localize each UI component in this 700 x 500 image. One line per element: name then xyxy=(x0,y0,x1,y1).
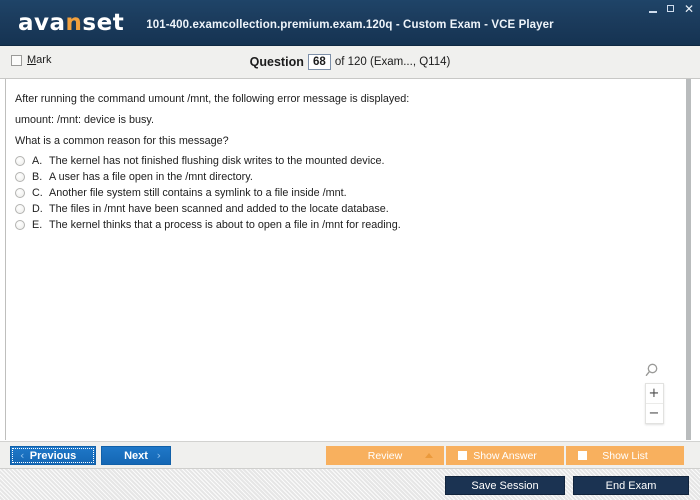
zoom-out-button[interactable]: − xyxy=(646,404,663,423)
option-letter: E. xyxy=(32,219,43,231)
question-counter-total: of 120 (Exam..., Q114) xyxy=(334,56,451,68)
radio-icon[interactable] xyxy=(15,204,25,214)
show-answer-button[interactable]: Show Answer xyxy=(446,446,564,465)
navigation-toolbar: ‹ Previous Next › Review Show Answer Sho… xyxy=(0,441,700,468)
answer-option-d[interactable]: D. The files in /mnt have been scanned a… xyxy=(15,201,655,217)
option-letter: A. xyxy=(32,155,43,167)
option-text: A user has a file open in the /mnt direc… xyxy=(49,171,253,183)
close-icon[interactable]: ✕ xyxy=(683,3,695,15)
vce-player-window: avanset 101-400.examcollection.premium.e… xyxy=(0,0,700,500)
radio-icon[interactable] xyxy=(15,220,25,230)
title-bar: avanset 101-400.examcollection.premium.e… xyxy=(0,0,700,46)
next-button-label: Next xyxy=(124,449,148,462)
option-text: The kernel has not finished flushing dis… xyxy=(49,155,385,167)
magnifier-icon[interactable] xyxy=(645,362,663,380)
option-letter: D. xyxy=(32,203,43,215)
chevron-up-icon xyxy=(425,453,433,458)
show-answer-checkbox-icon[interactable] xyxy=(458,451,467,460)
previous-button-label: Previous xyxy=(29,449,77,462)
review-button-label: Review xyxy=(367,449,403,462)
option-text: The files in /mnt have been scanned and … xyxy=(49,203,389,215)
zoom-button-stack: + − xyxy=(644,383,664,424)
minimize-icon[interactable] xyxy=(647,3,659,15)
question-counter-label: Question xyxy=(249,55,304,69)
answer-options-list: A. The kernel has not finished flushing … xyxy=(15,153,655,233)
question-header-bar: Mark Question 68 of 120 (Exam..., Q114) xyxy=(0,46,700,79)
question-counter: Question 68 of 120 (Exam..., Q114) xyxy=(0,54,700,70)
option-text: Another file system still contains a sym… xyxy=(49,187,347,199)
review-button[interactable]: Review xyxy=(326,446,444,465)
show-answer-button-label: Show Answer xyxy=(473,449,537,462)
maximize-icon[interactable] xyxy=(665,3,677,15)
option-letter: B. xyxy=(32,171,43,183)
option-letter: C. xyxy=(32,187,43,199)
radio-icon[interactable] xyxy=(15,156,25,166)
zoom-controls: + − xyxy=(643,362,665,424)
question-number-input[interactable]: 68 xyxy=(307,54,331,70)
end-exam-button[interactable]: End Exam xyxy=(573,476,689,495)
answer-option-c[interactable]: C. Another file system still contains a … xyxy=(15,185,655,201)
show-list-button[interactable]: Show List xyxy=(566,446,684,465)
show-list-checkbox-icon[interactable] xyxy=(578,451,587,460)
radio-icon[interactable] xyxy=(15,172,25,182)
chevron-right-icon: › xyxy=(156,449,161,462)
answer-option-b[interactable]: B. A user has a file open in the /mnt di… xyxy=(15,169,655,185)
question-text-line-2: umount: /mnt: device is busy. xyxy=(15,114,155,126)
question-content-area: After running the command umount /mnt, t… xyxy=(5,79,691,440)
answer-option-a[interactable]: A. The kernel has not finished flushing … xyxy=(15,153,655,169)
chevron-left-icon: ‹ xyxy=(20,449,25,462)
footer-bar: Save Session End Exam xyxy=(0,468,700,500)
window-controls: ✕ xyxy=(647,2,695,16)
option-text: The kernel thinks that a process is abou… xyxy=(49,219,401,231)
show-list-button-label: Show List xyxy=(602,449,648,462)
radio-icon[interactable] xyxy=(15,188,25,198)
previous-button[interactable]: ‹ Previous xyxy=(10,446,96,465)
question-text-line-3: What is a common reason for this message… xyxy=(15,135,229,147)
window-title: 101-400.examcollection.premium.exam.120q… xyxy=(146,19,554,31)
zoom-in-button[interactable]: + xyxy=(645,384,663,404)
save-session-button[interactable]: Save Session xyxy=(445,476,565,495)
next-button[interactable]: Next › xyxy=(101,446,171,465)
question-text-line-1: After running the command umount /mnt, t… xyxy=(15,93,410,105)
answer-option-e[interactable]: E. The kernel thinks that a process is a… xyxy=(15,217,655,233)
